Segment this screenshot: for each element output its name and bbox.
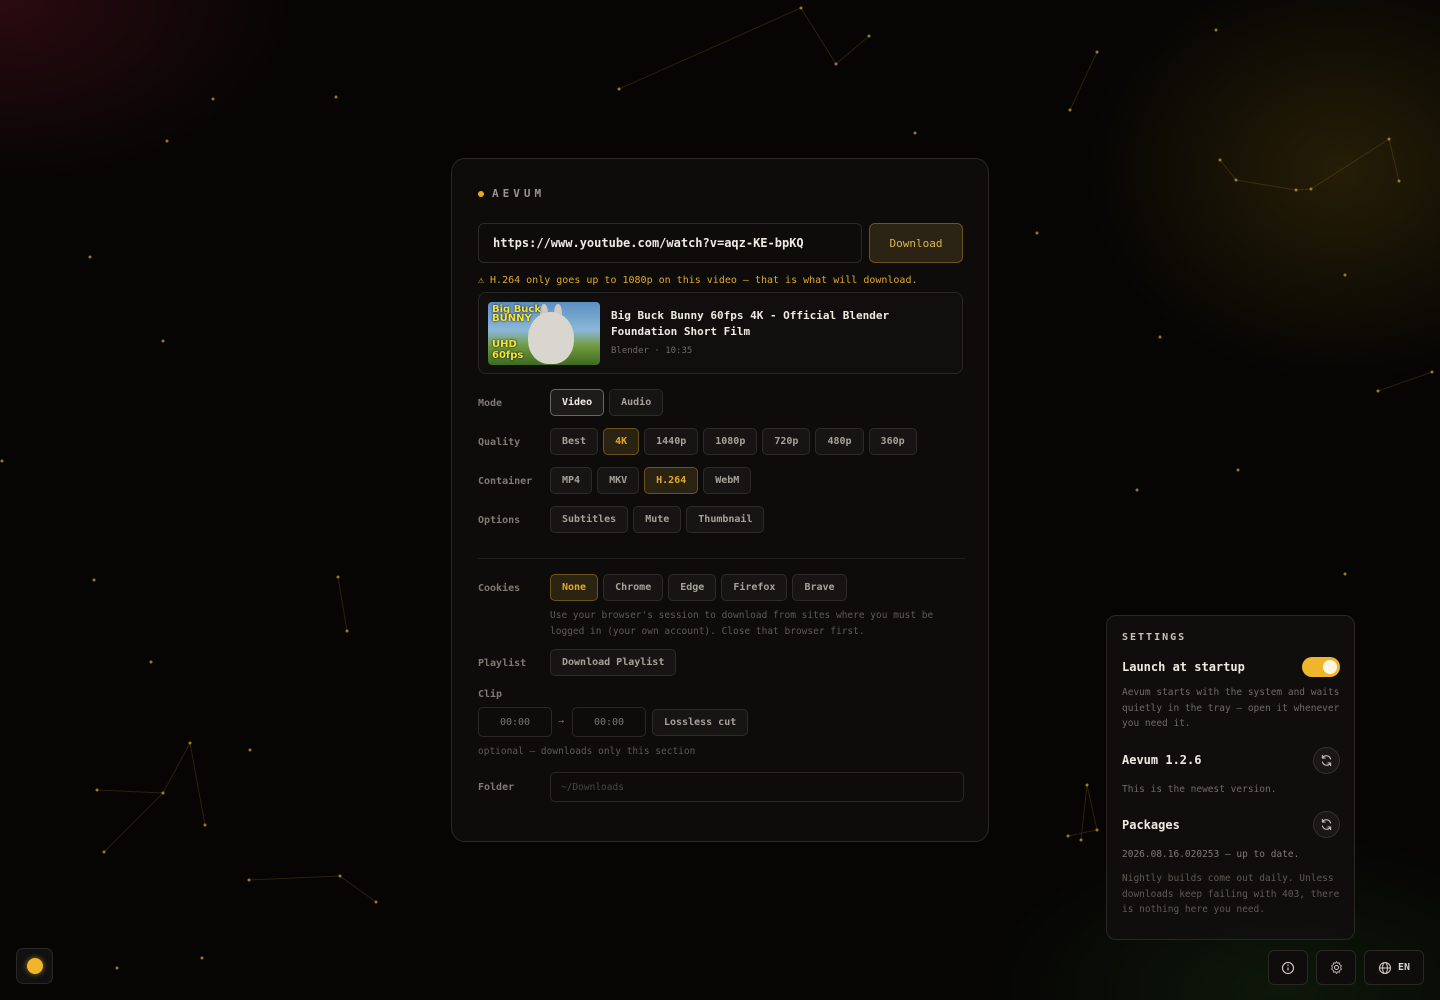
refresh-icon <box>1321 818 1332 831</box>
quality-options-chip[interactable]: 720p <box>762 428 811 455</box>
version-title: Aevum 1.2.6 <box>1122 753 1202 767</box>
info-icon <box>1281 961 1295 974</box>
cookie-options-chip[interactable]: Firefox <box>721 574 788 601</box>
folder-label: Folder <box>478 782 515 793</box>
clip-end-input[interactable] <box>572 707 646 737</box>
mode-options: Video Audio <box>550 389 664 416</box>
container-options: MP4 MKV H.264 WebM <box>550 467 752 494</box>
sun-icon <box>26 958 43 974</box>
globe-icon <box>1378 961 1392 974</box>
url-input[interactable] <box>478 223 862 263</box>
cookies-label: Cookies <box>478 583 521 594</box>
toggle-knob <box>1323 660 1337 674</box>
container-options-chip[interactable]: WebM <box>703 467 752 494</box>
video-meta: Blender · 10:35 <box>611 346 692 356</box>
download-playlist-button[interactable]: Download Playlist <box>550 649 677 676</box>
cookie-options-chip[interactable]: Chrome <box>603 574 664 601</box>
playlist-label: Playlist <box>478 658 527 669</box>
quality-options-chip[interactable]: 1440p <box>644 428 699 455</box>
language-label: EN <box>1397 962 1411 973</box>
container-options-chip[interactable]: H.264 <box>644 467 699 494</box>
container-options-chip[interactable]: MKV <box>597 467 640 494</box>
option-toggles: Subtitles Mute Thumbnail <box>550 506 765 533</box>
quality-warning: ⚠ H.264 only goes up to 1080p on this vi… <box>478 275 918 286</box>
video-duration: 10:35 <box>665 346 693 356</box>
launch-at-startup-toggle[interactable] <box>1302 657 1340 677</box>
options-label: Options <box>478 515 521 526</box>
cookie-options: None Chrome Edge Firefox Brave <box>550 574 847 601</box>
packages-title: Packages <box>1122 818 1180 832</box>
option-toggles-chip[interactable]: Thumbnail <box>686 506 765 533</box>
quality-label: Quality <box>478 437 521 448</box>
clip-label: Clip <box>478 689 503 700</box>
brand: AEVUM <box>478 187 545 200</box>
settings-button[interactable] <box>1316 950 1356 985</box>
quality-options: Best 4K 1440p 1080p 720p 480p 360p <box>550 428 917 455</box>
mode-label: Mode <box>478 398 503 409</box>
update-packages-button[interactable] <box>1313 811 1340 838</box>
lossless-cut-button[interactable]: Lossless cut <box>652 709 749 736</box>
download-button[interactable]: Download <box>869 223 963 263</box>
cookie-options-chip[interactable]: Brave <box>792 574 847 601</box>
section-divider <box>478 558 966 559</box>
theme-toggle-button[interactable] <box>16 948 53 984</box>
container-options-chip[interactable]: MP4 <box>550 467 593 494</box>
thumbnail-title-text: Big Buck BUNNY <box>492 304 542 324</box>
launch-title: Launch at startup <box>1122 660 1245 674</box>
gear-icon <box>1330 961 1342 974</box>
settings-heading: SETTINGS <box>1122 632 1187 643</box>
info-button[interactable] <box>1268 950 1308 985</box>
language-button[interactable]: EN <box>1364 950 1424 985</box>
cookie-options-chip[interactable]: Edge <box>668 574 717 601</box>
option-toggles-chip[interactable]: Subtitles <box>550 506 629 533</box>
quality-options-chip[interactable]: 4K <box>603 428 640 455</box>
downloader-card: AEVUM Download ⚠ H.264 only goes up to 1… <box>451 158 989 842</box>
quality-options-chip[interactable]: 360p <box>868 428 917 455</box>
brand-name: AEVUM <box>492 187 546 200</box>
quality-options-chip[interactable]: 480p <box>815 428 864 455</box>
cookies-hint: Use your browser's session to download f… <box>550 610 934 637</box>
packages-note: Nightly builds come out daily. Unless do… <box>1122 873 1340 915</box>
mode-options-chip[interactable]: Video <box>550 389 605 416</box>
folder-input[interactable] <box>550 772 964 802</box>
meta-separator: · <box>654 346 660 356</box>
video-channel: Blender <box>611 346 649 356</box>
quality-options-chip[interactable]: 1080p <box>703 428 758 455</box>
mode-options-chip[interactable]: Audio <box>609 389 664 416</box>
refresh-icon <box>1321 754 1332 767</box>
clip-start-input[interactable] <box>478 707 552 737</box>
clip-hint: optional — downloads only this section <box>478 746 696 757</box>
settings-panel: SETTINGS Launch at startup Aevum starts … <box>1106 615 1355 940</box>
clip-arrow: → <box>558 716 565 727</box>
quality-options-chip[interactable]: Best <box>550 428 599 455</box>
video-title: Big Buck Bunny 60fps 4K - Official Blend… <box>611 309 890 338</box>
cookie-options-chip[interactable]: None <box>550 574 599 601</box>
launch-description: Aevum starts with the system and waits q… <box>1122 687 1340 729</box>
check-update-button[interactable] <box>1313 747 1340 774</box>
thumbnail-badge-text: UHD 60fps <box>492 339 524 361</box>
version-status: This is the newest version. <box>1122 784 1277 795</box>
video-preview: Big Buck BUNNY UHD 60fps Big Buck Bunny … <box>478 292 963 374</box>
option-toggles-chip[interactable]: Mute <box>633 506 682 533</box>
video-thumbnail: Big Buck BUNNY UHD 60fps <box>488 302 600 365</box>
packages-status: 2026.08.16.020253 — up to date. <box>1122 849 1300 860</box>
brand-dot-icon <box>478 190 484 197</box>
container-label: Container <box>478 476 533 487</box>
